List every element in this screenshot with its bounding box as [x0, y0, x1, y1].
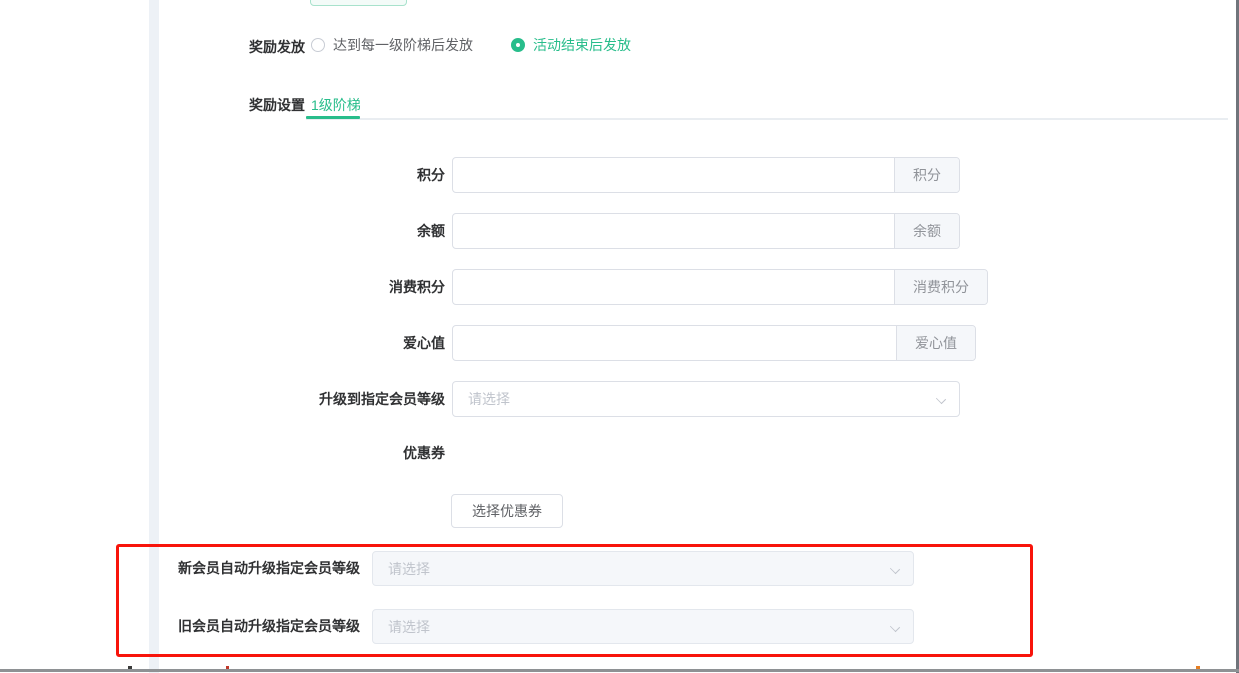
consume-points-append: 消费积分 — [894, 270, 987, 304]
new-member-upgrade-select[interactable]: 请选择 — [372, 551, 914, 586]
tabs-bottom-border — [306, 118, 1228, 120]
window-bottom-edge — [0, 669, 1239, 672]
upgrade-level-select[interactable]: 请选择 — [452, 381, 960, 417]
vertical-scrollbar-track[interactable] — [149, 0, 159, 673]
radio-release-after-activity[interactable]: 活动结束后发放 — [511, 37, 631, 53]
coupon-label: 优惠券 — [245, 443, 445, 463]
balance-input-group: 余额 — [452, 213, 960, 249]
points-append: 积分 — [894, 158, 959, 192]
select-placeholder: 请选择 — [388, 617, 430, 637]
form-page: 奖励发放 达到每一级阶梯后发放 活动结束后发放 奖励设置 1级阶梯 积分 积分 … — [0, 0, 1239, 673]
old-member-upgrade-label: 旧会员自动升级指定会员等级 — [160, 609, 360, 644]
radio-checked-icon — [511, 38, 525, 52]
cutoff-content-speck — [1196, 666, 1200, 669]
upgrade-level-label: 升级到指定会员等级 — [205, 381, 445, 417]
chevron-down-icon — [937, 395, 945, 403]
love-value-append: 爱心值 — [896, 326, 975, 360]
tab-tier-1[interactable]: 1级阶梯 — [311, 95, 361, 115]
tab-active-indicator — [306, 116, 360, 119]
balance-label: 余额 — [245, 213, 445, 249]
cutoff-content-speck — [226, 666, 229, 669]
love-value-label: 爱心值 — [245, 325, 445, 361]
radio-option-label: 活动结束后发放 — [533, 35, 631, 55]
reward-release-label: 奖励发放 — [205, 37, 305, 57]
select-placeholder: 请选择 — [388, 559, 430, 579]
points-input-group: 积分 — [452, 157, 960, 193]
select-placeholder: 请选择 — [468, 389, 510, 409]
balance-append: 余额 — [894, 214, 959, 248]
consume-points-input-group: 消费积分 — [452, 269, 988, 305]
cutoff-content-speck — [128, 666, 132, 669]
select-coupon-button[interactable]: 选择优惠券 — [451, 494, 563, 528]
chevron-down-icon — [891, 565, 899, 573]
chevron-down-icon — [891, 623, 899, 631]
radio-release-per-tier[interactable]: 达到每一级阶梯后发放 — [311, 37, 473, 53]
balance-input[interactable] — [453, 214, 894, 248]
love-value-input[interactable] — [453, 326, 896, 360]
add-tier-button-partial[interactable] — [310, 0, 407, 6]
radio-unchecked-icon — [311, 38, 325, 52]
points-label: 积分 — [245, 157, 445, 193]
points-input[interactable] — [453, 158, 894, 192]
consume-points-label: 消费积分 — [245, 269, 445, 305]
consume-points-input[interactable] — [453, 270, 894, 304]
love-value-input-group: 爱心值 — [452, 325, 976, 361]
old-member-upgrade-select[interactable]: 请选择 — [372, 609, 914, 644]
new-member-upgrade-label: 新会员自动升级指定会员等级 — [160, 551, 360, 586]
reward-settings-label: 奖励设置 — [205, 95, 305, 115]
radio-option-label: 达到每一级阶梯后发放 — [333, 35, 473, 55]
